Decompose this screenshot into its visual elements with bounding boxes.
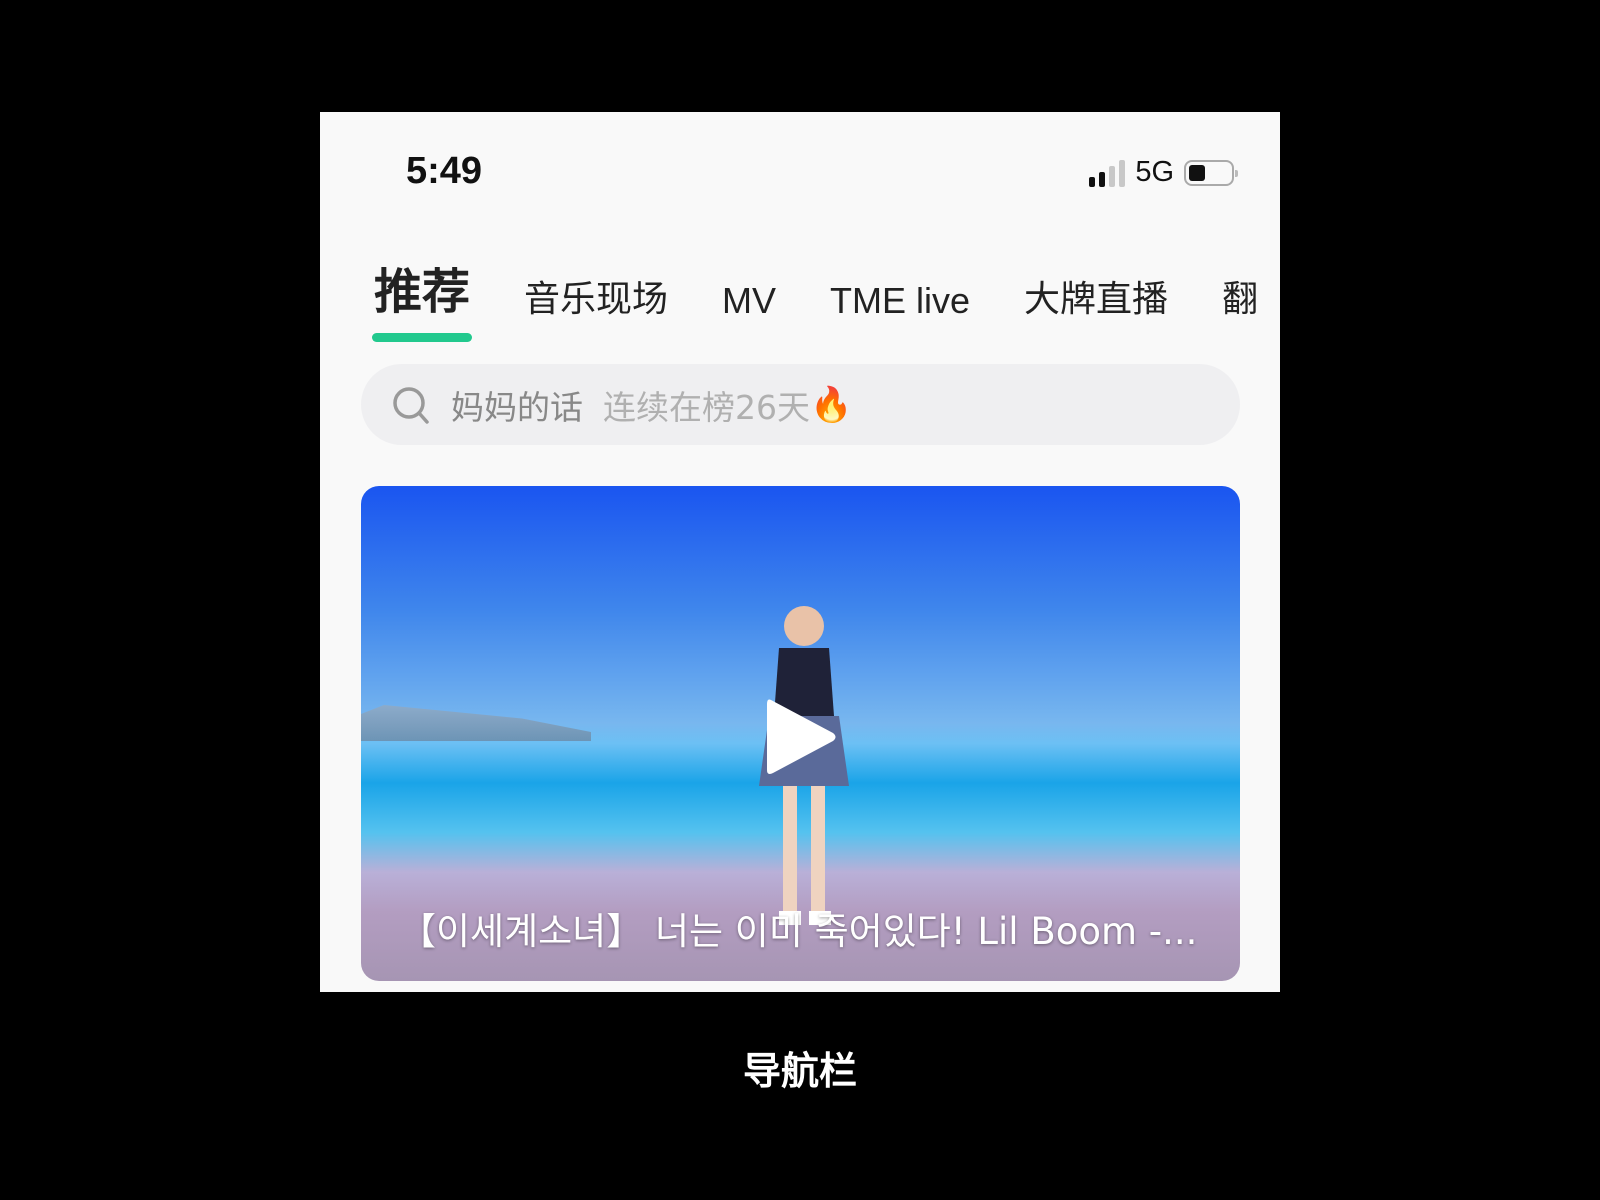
battery-icon (1184, 159, 1238, 186)
phone-screen: 5:49 5G 推荐 音乐现场 MV TME live 大牌直播 翻 妈妈的话 … (320, 112, 1280, 992)
video-title: 【이세계소녀】 너는 이미 죽어있다! Lil Boom -... (399, 910, 1198, 953)
search-hint-meta: 连续在榜26天 (603, 387, 810, 427)
tab-label: 翻 (1222, 278, 1259, 319)
signal-icon (1089, 159, 1126, 187)
tab-brand-live[interactable]: 大牌直播 (1024, 270, 1168, 322)
tab-music-live[interactable]: 音乐现场 (524, 270, 668, 322)
status-indicators: 5G (1089, 156, 1238, 189)
tab-label: TME live (830, 280, 971, 321)
search-hint-title: 妈妈的话 (451, 387, 583, 427)
status-time: 5:49 (406, 150, 483, 192)
video-subtitle: 导航栏 (742, 1049, 857, 1093)
tab-bar: 推荐 音乐现场 MV TME live 大牌直播 翻 (372, 252, 1280, 342)
search-icon (393, 386, 429, 424)
tab-mv[interactable]: MV (722, 280, 776, 322)
tab-label: 推荐 (374, 266, 471, 319)
video-thumbnail-shore (361, 705, 591, 741)
tab-label: 大牌直播 (1024, 278, 1169, 319)
video-card[interactable]: 【이세계소녀】 너는 이미 죽어있다! Lil Boom -... (361, 486, 1240, 981)
search-bar[interactable]: 妈妈的话 连续在榜26天 🔥 (361, 364, 1240, 445)
fire-icon: 🔥 (810, 384, 853, 425)
active-tab-indicator (372, 333, 473, 342)
network-label: 5G (1135, 156, 1174, 188)
play-icon[interactable] (763, 694, 839, 780)
tab-recommend[interactable]: 推荐 (372, 252, 473, 342)
tab-label: 音乐现场 (524, 278, 669, 319)
tab-cover[interactable]: 翻 (1222, 270, 1258, 322)
tab-tme-live[interactable]: TME live (830, 280, 970, 322)
tab-label: MV (722, 280, 777, 321)
